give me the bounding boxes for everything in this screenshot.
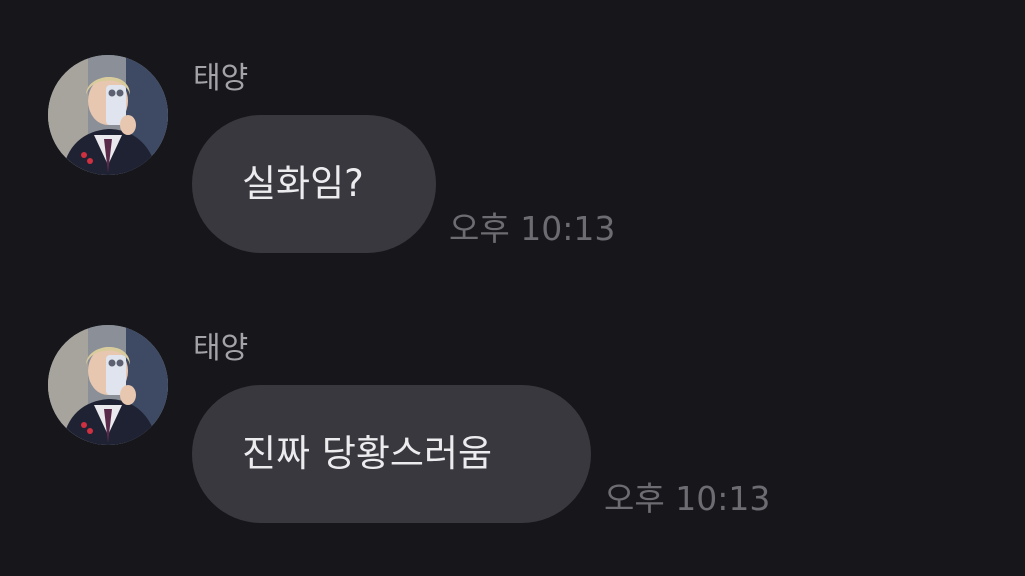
message-text: 진짜 당황스러움 bbox=[242, 432, 493, 475]
sender-name: 태양 bbox=[193, 331, 249, 366]
avatar[interactable] bbox=[48, 325, 168, 445]
message-bubble[interactable]: 진짜 당황스러움 bbox=[192, 385, 591, 523]
message-timestamp: 오후 10:13 bbox=[449, 209, 616, 248]
avatar-photo-icon bbox=[48, 55, 168, 175]
sender-name: 태양 bbox=[193, 61, 249, 96]
message-bubble[interactable]: 실화임? bbox=[192, 115, 436, 253]
message-timestamp: 오후 10:13 bbox=[604, 479, 771, 518]
avatar-photo-icon bbox=[48, 325, 168, 445]
message-text: 실화임? bbox=[242, 162, 364, 205]
avatar[interactable] bbox=[48, 55, 168, 175]
chat-thread: 태양 실화임? 오후 10:13 태양 진짜 당황스러움 오후 10:13 bbox=[0, 0, 1025, 576]
